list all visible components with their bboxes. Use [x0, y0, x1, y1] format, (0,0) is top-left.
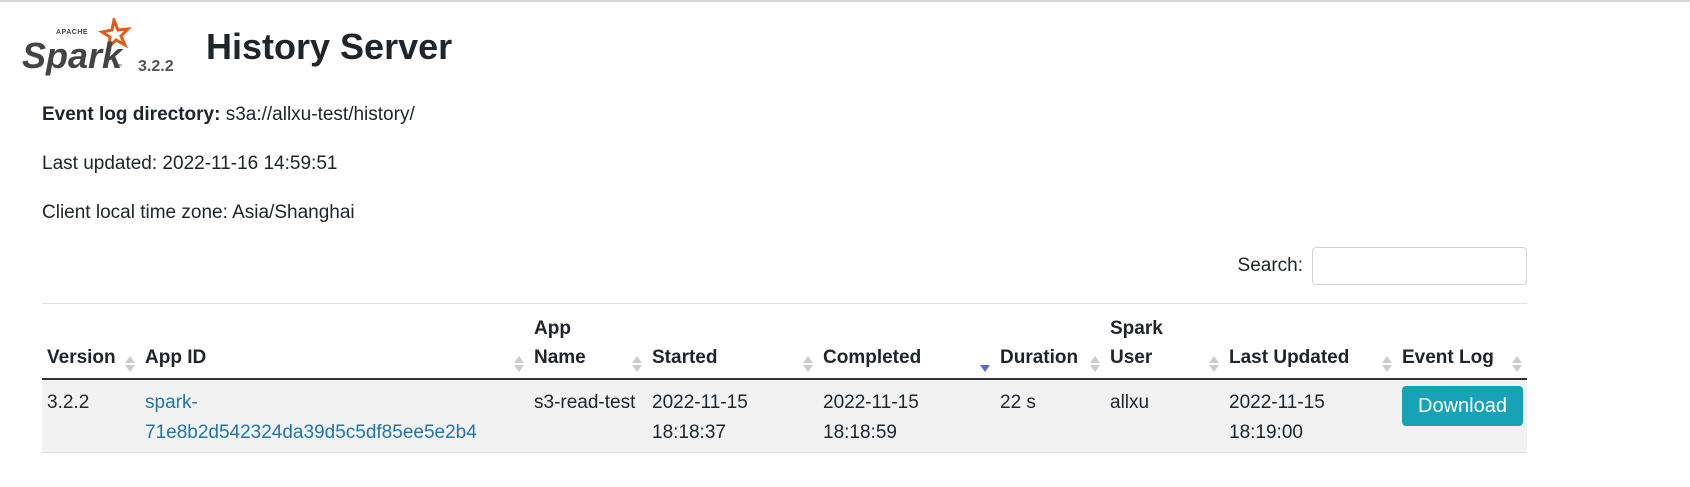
- table-row: 3.2.2 spark- 71e8b2d542324da39d5c5df85ee5…: [42, 379, 1527, 453]
- divider: [42, 303, 1527, 304]
- cell-event-log: Download: [1397, 379, 1527, 453]
- sort-icon: [513, 354, 525, 374]
- timezone-text: Client local time zone: Asia/Shanghai: [42, 202, 355, 223]
- sort-icon: [1089, 354, 1101, 374]
- cell-duration: 22 s: [995, 379, 1105, 453]
- sort-icon: [1381, 354, 1393, 374]
- cell-started: 2022-11-15 18:18:37: [647, 379, 818, 453]
- cell-last-updated: 2022-11-15 18:19:00: [1224, 379, 1397, 453]
- sort-icon: [802, 354, 814, 374]
- sort-desc-active-icon: [979, 354, 991, 374]
- sort-icon: [631, 354, 643, 374]
- search-input[interactable]: [1312, 247, 1527, 285]
- page-header: APACHE Spark ™ 3.2.2 History Server: [22, 18, 722, 80]
- column-header-event-log[interactable]: Event Log: [1397, 310, 1527, 380]
- search-bar: Search:: [1238, 247, 1527, 285]
- cell-completed: 2022-11-15 18:18:59: [818, 379, 995, 453]
- column-header-last-updated[interactable]: Last Updated: [1224, 310, 1397, 380]
- column-header-spark-user[interactable]: Spark User: [1105, 310, 1224, 380]
- cell-version: 3.2.2: [42, 379, 140, 453]
- column-header-completed[interactable]: Completed: [818, 310, 995, 380]
- event-log-value: s3a://allxu-test/history/: [225, 104, 415, 125]
- last-updated-text: Last updated: 2022-11-16 14:59:51: [42, 153, 338, 174]
- column-header-started[interactable]: Started: [647, 310, 818, 380]
- spark-version: 3.2.2: [138, 58, 174, 75]
- event-log-directory: Event log directory: s3a://allxu-test/hi…: [42, 104, 415, 126]
- column-header-app-name[interactable]: App Name: [529, 310, 647, 380]
- download-button[interactable]: Download: [1402, 386, 1523, 426]
- sort-icon: [1208, 354, 1220, 374]
- table-header-row: Version App ID App Name Started Complete…: [42, 310, 1527, 380]
- event-log-label: Event log directory:: [42, 104, 221, 125]
- search-label: Search:: [1237, 255, 1303, 276]
- column-header-version[interactable]: Version: [42, 310, 140, 380]
- svg-text:™: ™: [116, 63, 122, 70]
- history-table: Version App ID App Name Started Complete…: [42, 310, 1527, 453]
- cell-app-name: s3-read-test: [529, 379, 647, 453]
- cell-app-id: spark- 71e8b2d542324da39d5c5df85ee5e2b4: [140, 379, 529, 453]
- app-id-link[interactable]: spark- 71e8b2d542324da39d5c5df85ee5e2b4: [145, 392, 477, 443]
- top-border: [0, 0, 1690, 2]
- spark-logo[interactable]: APACHE Spark ™: [22, 18, 142, 80]
- svg-text:Spark: Spark: [22, 35, 124, 76]
- page-title: History Server: [206, 26, 453, 67]
- sort-icon: [1511, 354, 1523, 374]
- column-header-duration[interactable]: Duration: [995, 310, 1105, 380]
- sort-icon: [124, 354, 136, 374]
- column-header-app-id[interactable]: App ID: [140, 310, 529, 380]
- cell-spark-user: allxu: [1105, 379, 1224, 453]
